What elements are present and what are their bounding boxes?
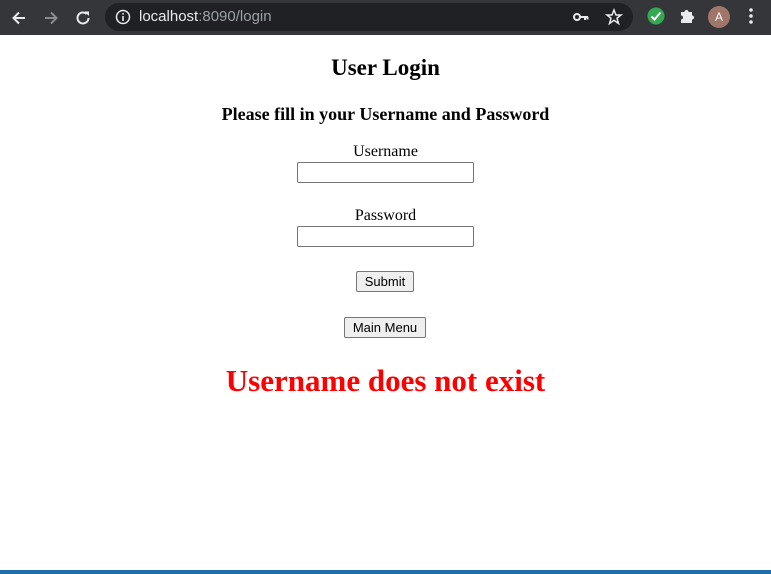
- key-icon: [573, 13, 589, 21]
- forward-button[interactable]: [38, 5, 64, 31]
- url-host: localhost: [139, 8, 199, 25]
- star-icon: [604, 7, 624, 26]
- reload-button[interactable]: [70, 5, 96, 31]
- password-label: Password: [354, 207, 417, 224]
- username-field[interactable]: [297, 162, 474, 183]
- url-text: localhost:8090/login: [139, 8, 272, 25]
- password-key-button[interactable]: [573, 10, 589, 29]
- kebab-menu-icon: [749, 8, 753, 24]
- username-label: Username: [353, 143, 418, 160]
- window-bottom-border: [0, 570, 771, 574]
- puzzle-extensions-icon: [681, 10, 694, 23]
- profile-avatar[interactable]: A: [708, 6, 730, 28]
- avatar-letter: A: [714, 10, 723, 24]
- submit-button[interactable]: Submit: [356, 271, 414, 292]
- browser-toolbar: localhost:8090/login A: [0, 0, 771, 35]
- back-arrow-icon: [12, 11, 25, 25]
- browser-menu-button[interactable]: [744, 6, 758, 31]
- page-subtitle: Please fill in your Username and Passwor…: [221, 104, 550, 124]
- bookmark-star-button[interactable]: [604, 7, 624, 31]
- back-button[interactable]: [6, 5, 32, 31]
- url-path: :8090/login: [198, 8, 272, 25]
- error-message: Username does not exist: [225, 363, 546, 398]
- forward-arrow-icon: [45, 11, 58, 25]
- info-icon: [115, 9, 131, 25]
- password-field[interactable]: [297, 226, 474, 247]
- site-info-button[interactable]: [115, 9, 131, 30]
- checkmark-extension-button[interactable]: [646, 6, 666, 31]
- reload-icon: [76, 11, 90, 25]
- address-bar[interactable]: localhost:8090/login: [105, 3, 633, 31]
- page-title: User Login: [331, 55, 440, 80]
- extensions-button[interactable]: [678, 6, 696, 31]
- checkmark-extension-icon: [647, 7, 665, 25]
- main-menu-button[interactable]: Main Menu: [344, 317, 426, 338]
